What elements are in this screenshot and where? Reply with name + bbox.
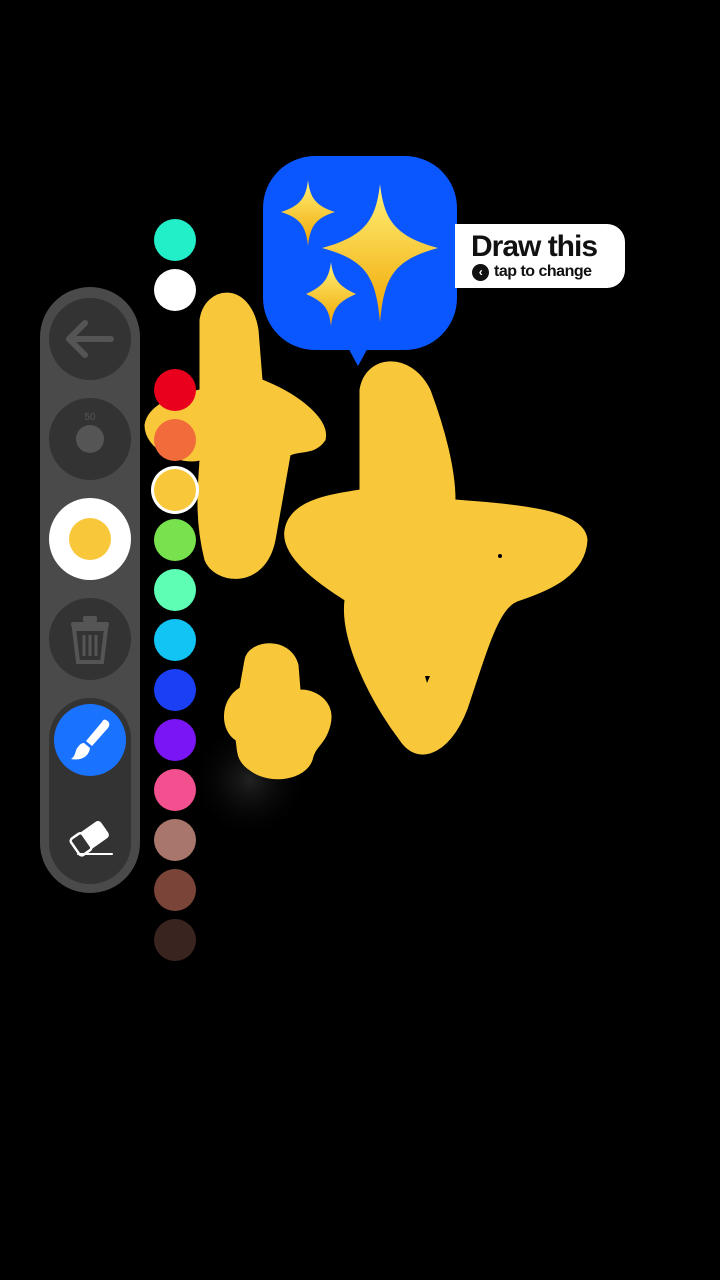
prompt-subtitle: tap to change bbox=[494, 263, 592, 280]
eraser-tool-button[interactable] bbox=[54, 802, 126, 874]
tool-sidebar: 50 bbox=[40, 287, 140, 893]
back-arrow-icon bbox=[66, 320, 114, 358]
current-color-button[interactable] bbox=[49, 498, 131, 580]
drawn-stroke bbox=[223, 643, 332, 780]
color-swatch[interactable] bbox=[154, 219, 196, 261]
chevron-left-icon: ‹ bbox=[472, 263, 489, 281]
color-swatch[interactable] bbox=[154, 569, 196, 611]
prompt-subtitle-row[interactable]: ‹ tap to change bbox=[472, 263, 592, 281]
color-swatch[interactable] bbox=[154, 269, 196, 311]
clear-button[interactable] bbox=[49, 598, 131, 680]
color-swatch[interactable] bbox=[154, 769, 196, 811]
color-swatch[interactable] bbox=[154, 369, 196, 411]
color-swatch[interactable] bbox=[154, 469, 196, 511]
sparkles-icon bbox=[281, 180, 438, 326]
color-swatch[interactable] bbox=[154, 519, 196, 561]
prompt-label[interactable]: Draw this ‹ tap to change bbox=[455, 224, 625, 288]
eraser-icon bbox=[69, 821, 113, 857]
prompt-emoji-card[interactable] bbox=[263, 156, 457, 350]
brush-size-icon bbox=[76, 425, 104, 453]
drawn-stroke bbox=[284, 361, 588, 755]
trash-icon bbox=[71, 616, 109, 664]
color-swatch[interactable] bbox=[154, 869, 196, 911]
color-swatch[interactable] bbox=[154, 419, 196, 461]
color-swatch[interactable] bbox=[154, 819, 196, 861]
color-swatch[interactable] bbox=[154, 719, 196, 761]
color-swatch[interactable] bbox=[154, 619, 196, 661]
brush-tool-button[interactable] bbox=[54, 704, 126, 776]
color-swatch[interactable] bbox=[154, 919, 196, 961]
current-color-icon bbox=[69, 518, 111, 560]
back-button[interactable] bbox=[49, 298, 131, 380]
brush-size-value: 50 bbox=[84, 412, 96, 423]
tool-selector bbox=[49, 698, 131, 884]
brush-size-button[interactable]: 50 bbox=[49, 398, 131, 480]
color-swatch[interactable] bbox=[154, 319, 196, 361]
brush-icon bbox=[71, 719, 110, 760]
prompt-title: Draw this bbox=[471, 230, 598, 263]
prompt-card-tail bbox=[346, 344, 370, 366]
color-swatch[interactable] bbox=[154, 669, 196, 711]
